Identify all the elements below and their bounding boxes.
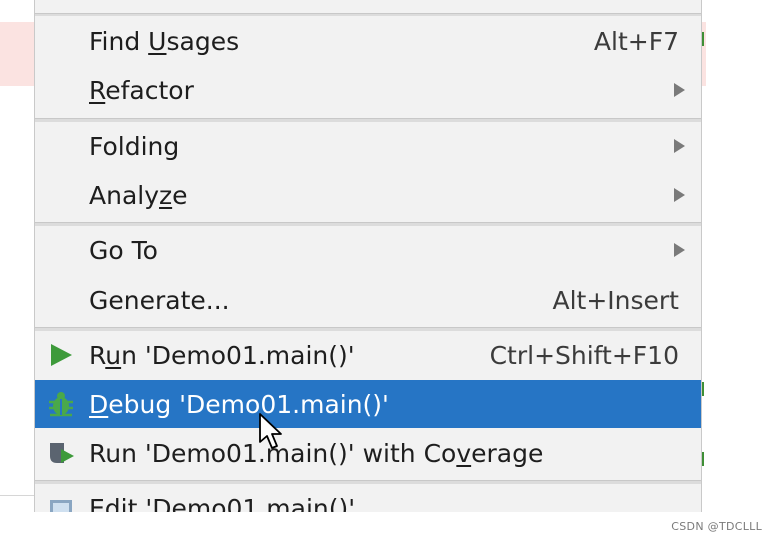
menu-item-shortcut: Ctrl+Shift+F10 bbox=[489, 340, 679, 370]
menu-item-run-with-coverage[interactable]: Run 'Demo01.main()' with Coverage bbox=[35, 429, 701, 477]
menu-item-label: Find Usages bbox=[89, 26, 240, 56]
page-footer bbox=[0, 512, 776, 541]
menu-item-folding[interactable]: Folding bbox=[35, 122, 701, 170]
menu-item-shortcut: Alt+Insert bbox=[552, 285, 679, 315]
menu-item-label: Refactor bbox=[89, 75, 194, 105]
menu-item-label: Folding bbox=[89, 131, 180, 161]
menu-item-label: Analyze bbox=[89, 180, 188, 210]
debug-bug-icon bbox=[49, 392, 73, 417]
submenu-arrow-icon bbox=[674, 83, 685, 97]
menu-item-label: Run 'Demo01.main()' bbox=[89, 340, 355, 370]
menu-item-refactor[interactable]: Refactor bbox=[35, 66, 701, 114]
menu-item-shortcut: Alt+F7 bbox=[593, 26, 679, 56]
menu-separator bbox=[35, 13, 701, 16]
menu-item-label: Go To bbox=[89, 235, 158, 265]
menu-item-generate[interactable]: Generate... Alt+Insert bbox=[35, 276, 701, 324]
submenu-arrow-icon bbox=[674, 243, 685, 257]
menu-item-label: Generate... bbox=[89, 285, 230, 315]
submenu-arrow-icon bbox=[674, 139, 685, 153]
menu-item-run[interactable]: Run 'Demo01.main()' Ctrl+Shift+F10 bbox=[35, 331, 701, 379]
coverage-icon bbox=[50, 443, 74, 463]
context-menu: Find Usages Alt+F7 Refactor Folding Anal… bbox=[34, 0, 702, 512]
edit-config-icon bbox=[50, 500, 72, 512]
run-icon bbox=[51, 344, 72, 366]
menu-item-label: Edit 'Demo01.main()' bbox=[89, 493, 356, 513]
menu-item-label: Debug 'Demo01.main()' bbox=[89, 389, 389, 419]
menu-item-find-usages[interactable]: Find Usages Alt+F7 bbox=[35, 17, 701, 65]
editor-divider bbox=[0, 495, 36, 496]
menu-item-analyze[interactable]: Analyze bbox=[35, 171, 701, 219]
menu-item-go-to[interactable]: Go To bbox=[35, 226, 701, 274]
menu-item-debug[interactable]: Debug 'Demo01.main()' bbox=[35, 380, 701, 428]
menu-item-edit-configuration[interactable]: Edit 'Demo01.main()' bbox=[35, 484, 701, 512]
menu-item-label: Run 'Demo01.main()' with Coverage bbox=[89, 438, 544, 468]
mouse-cursor-icon bbox=[259, 413, 282, 449]
submenu-arrow-icon bbox=[674, 188, 685, 202]
watermark: CSDN @TDCLLL bbox=[671, 520, 762, 533]
